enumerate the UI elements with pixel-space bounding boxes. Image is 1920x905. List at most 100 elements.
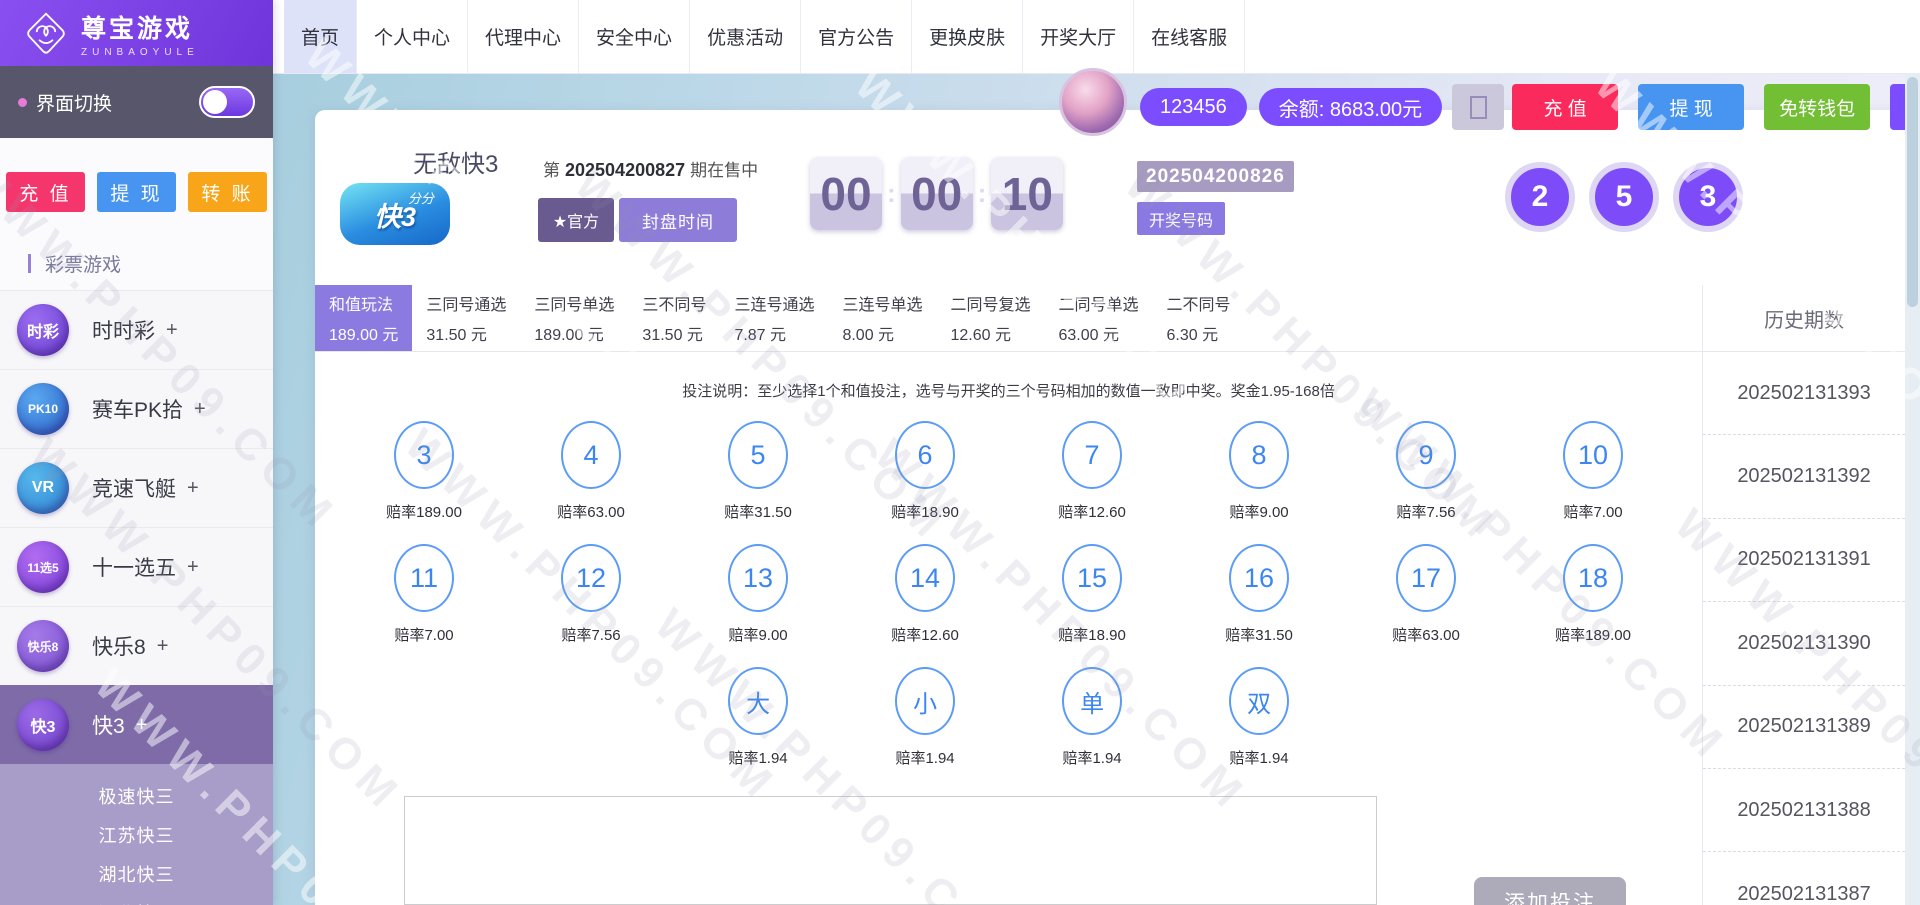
- brand-subtitle: ZUNBAOYULE: [81, 46, 199, 58]
- tab-6[interactable]: 二同号复选 12.60 元: [936, 285, 1044, 351]
- tab-name: 三同号单选: [534, 297, 615, 314]
- sidebar-item-1[interactable]: PK10 赛车PK拾 +: [0, 369, 273, 448]
- bet-odds-label: 赔率7.00: [394, 627, 454, 644]
- bet-ball-9[interactable]: 9: [1396, 421, 1457, 489]
- tab-5[interactable]: 三连号单选 8.00 元: [828, 285, 936, 351]
- nav-item-3[interactable]: 安全中心: [579, 0, 691, 73]
- game-icon: 分分 快3: [340, 183, 450, 245]
- scrollbar-thumb[interactable]: [1907, 77, 1918, 307]
- nav-item-7[interactable]: 开奖大厅: [1023, 0, 1135, 73]
- bet-odds-label: 赔率7.56: [1396, 504, 1456, 521]
- ui-switch-band: 界面切换: [0, 66, 273, 138]
- bet-ball-双[interactable]: 双: [1229, 667, 1290, 735]
- nav-item-6[interactable]: 更换皮肤: [912, 0, 1024, 73]
- add-bet-button[interactable]: 添加投注: [1474, 877, 1626, 905]
- bet-ball-18[interactable]: 18: [1563, 544, 1624, 612]
- expand-plus-icon: +: [187, 476, 199, 499]
- bet-ball-14[interactable]: 14: [895, 544, 956, 612]
- side-transfer-button[interactable]: 转 账: [188, 172, 267, 212]
- countdown-colon: :: [887, 178, 896, 208]
- tab-name: 二不同号: [1166, 297, 1231, 314]
- withdraw-button[interactable]: 提 现: [1638, 84, 1745, 130]
- bet-ball-13[interactable]: 13: [728, 544, 789, 612]
- submenu-item-0[interactable]: 极速快三: [0, 776, 273, 815]
- lottery-ball-icon: PK10: [17, 383, 69, 435]
- sidebar-item-3[interactable]: 11选5 十一选五 +: [0, 527, 273, 606]
- side-recharge-button[interactable]: 充 值: [6, 172, 85, 212]
- bet-option: 13 赔率9.00: [675, 544, 842, 645]
- bet-odds-label: 赔率31.50: [1225, 627, 1293, 644]
- bet-option: 11 赔率7.00: [341, 544, 508, 645]
- side-withdraw-button[interactable]: 提 现: [97, 172, 176, 212]
- bet-slip-input[interactable]: [404, 796, 1377, 905]
- nav-item-1[interactable]: 个人中心: [357, 0, 469, 73]
- countdown-digit: 00: [900, 157, 973, 230]
- bet-option: 4 赔率63.00: [508, 421, 675, 522]
- free-wallet-button[interactable]: 免转钱包: [1764, 84, 1871, 130]
- nav-item-0[interactable]: 首页: [284, 0, 358, 73]
- bet-row-0: 3 赔率189.00 4 赔率63.00 5 赔率31.50 6 赔率18.90 7 赔率12.6…: [315, 421, 1702, 522]
- brand-name: 尊宝游戏: [81, 14, 194, 43]
- bet-option: 10 赔率7.00: [1510, 421, 1677, 522]
- tab-2[interactable]: 三同号单选 189.00 元: [520, 285, 628, 351]
- tab-0[interactable]: 和值玩法 189.00 元: [315, 285, 413, 351]
- tab-8[interactable]: 二不同号 6.30 元: [1153, 285, 1245, 351]
- bet-ball-4[interactable]: 4: [561, 421, 622, 489]
- tab-3[interactable]: 三不同号 31.50 元: [628, 285, 720, 351]
- bet-ball-11[interactable]: 11: [394, 544, 455, 612]
- refresh-icon: [1469, 95, 1487, 119]
- bet-ball-12[interactable]: 12: [561, 544, 622, 612]
- nav-item-5[interactable]: 官方公告: [801, 0, 913, 73]
- ui-toggle-switch[interactable]: [199, 86, 255, 118]
- nav-item-4[interactable]: 优惠活动: [690, 0, 802, 73]
- refresh-balance-button[interactable]: [1452, 84, 1505, 130]
- page-scrollbar[interactable]: [1905, 73, 1920, 905]
- sidebar-item-0[interactable]: 时彩 时时彩 +: [0, 290, 273, 369]
- bet-ball-单[interactable]: 单: [1062, 667, 1123, 735]
- bet-odds-label: 赔率189.00: [386, 504, 462, 521]
- submenu-item-2[interactable]: 湖北快三: [0, 854, 273, 893]
- bet-ball-16[interactable]: 16: [1229, 544, 1290, 612]
- lottery-ball-icon: 11选5: [17, 541, 69, 593]
- tab-4[interactable]: 三连号通选 7.87 元: [720, 285, 828, 351]
- bet-ball-小[interactable]: 小: [895, 667, 956, 735]
- sidebar-item-5[interactable]: 快3 快3 +: [0, 685, 273, 764]
- bet-ball-大[interactable]: 大: [728, 667, 789, 735]
- bet-ball-10[interactable]: 10: [1563, 421, 1624, 489]
- bet-ball-7[interactable]: 7: [1062, 421, 1123, 489]
- tab-7[interactable]: 二同号单选 63.00 元: [1044, 285, 1152, 351]
- sidebar-item-label: 十一选五: [92, 557, 176, 580]
- recharge-button[interactable]: 充 值: [1512, 84, 1619, 130]
- draw-number-button[interactable]: 开奖号码: [1137, 202, 1225, 235]
- username: 123456: [1160, 95, 1227, 118]
- submenu-item-3[interactable]: 河北快三: [0, 893, 273, 905]
- balance-pill: 余额: 8683.00元: [1258, 88, 1443, 126]
- nav-item-8[interactable]: 在线客服: [1134, 0, 1246, 73]
- tab-price: 6.30 元: [1166, 327, 1219, 344]
- expand-plus-icon: +: [187, 555, 199, 578]
- nav-item-2[interactable]: 代理中心: [468, 0, 580, 73]
- bet-ball-5[interactable]: 5: [728, 421, 789, 489]
- bet-ball-3[interactable]: 3: [394, 421, 455, 489]
- sidebar-item-4[interactable]: 快乐8 快乐8 +: [0, 606, 273, 685]
- avatar[interactable]: [1059, 68, 1127, 136]
- bet-ball-8[interactable]: 8: [1229, 421, 1290, 489]
- tab-1[interactable]: 三同号通选 31.50 元: [412, 285, 520, 351]
- sidebar-item-label: 快乐8: [92, 636, 146, 659]
- top-nav: 首页 个人中心 代理中心 安全中心 优惠活动 官方公告 更换皮肤 开奖大厅 在线客服: [273, 0, 1920, 74]
- expand-plus-icon: +: [135, 713, 148, 736]
- seal-time-button[interactable]: 封盘时间: [619, 198, 737, 242]
- history-list: 202502131393 202502131392 202502131391 2025…: [1703, 352, 1905, 905]
- submenu-item-1[interactable]: 江苏快三: [0, 815, 273, 854]
- tab-name: 二同号单选: [1058, 297, 1139, 314]
- user-actions: 充 值提 现免转钱包退出: [1504, 84, 1920, 130]
- official-badge-button[interactable]: ★官方: [538, 198, 614, 242]
- bet-ball-15[interactable]: 15: [1062, 544, 1123, 612]
- tab-price: 31.50 元: [426, 327, 487, 344]
- bet-ball-6[interactable]: 6: [895, 421, 956, 489]
- bet-ball-17[interactable]: 17: [1396, 544, 1457, 612]
- sidebar-item-2[interactable]: VR 竞速飞艇 +: [0, 448, 273, 527]
- tab-name: 和值玩法: [329, 297, 394, 314]
- history-title: 历史期数: [1703, 285, 1905, 352]
- lottery-ball-icon: 时彩: [17, 304, 69, 356]
